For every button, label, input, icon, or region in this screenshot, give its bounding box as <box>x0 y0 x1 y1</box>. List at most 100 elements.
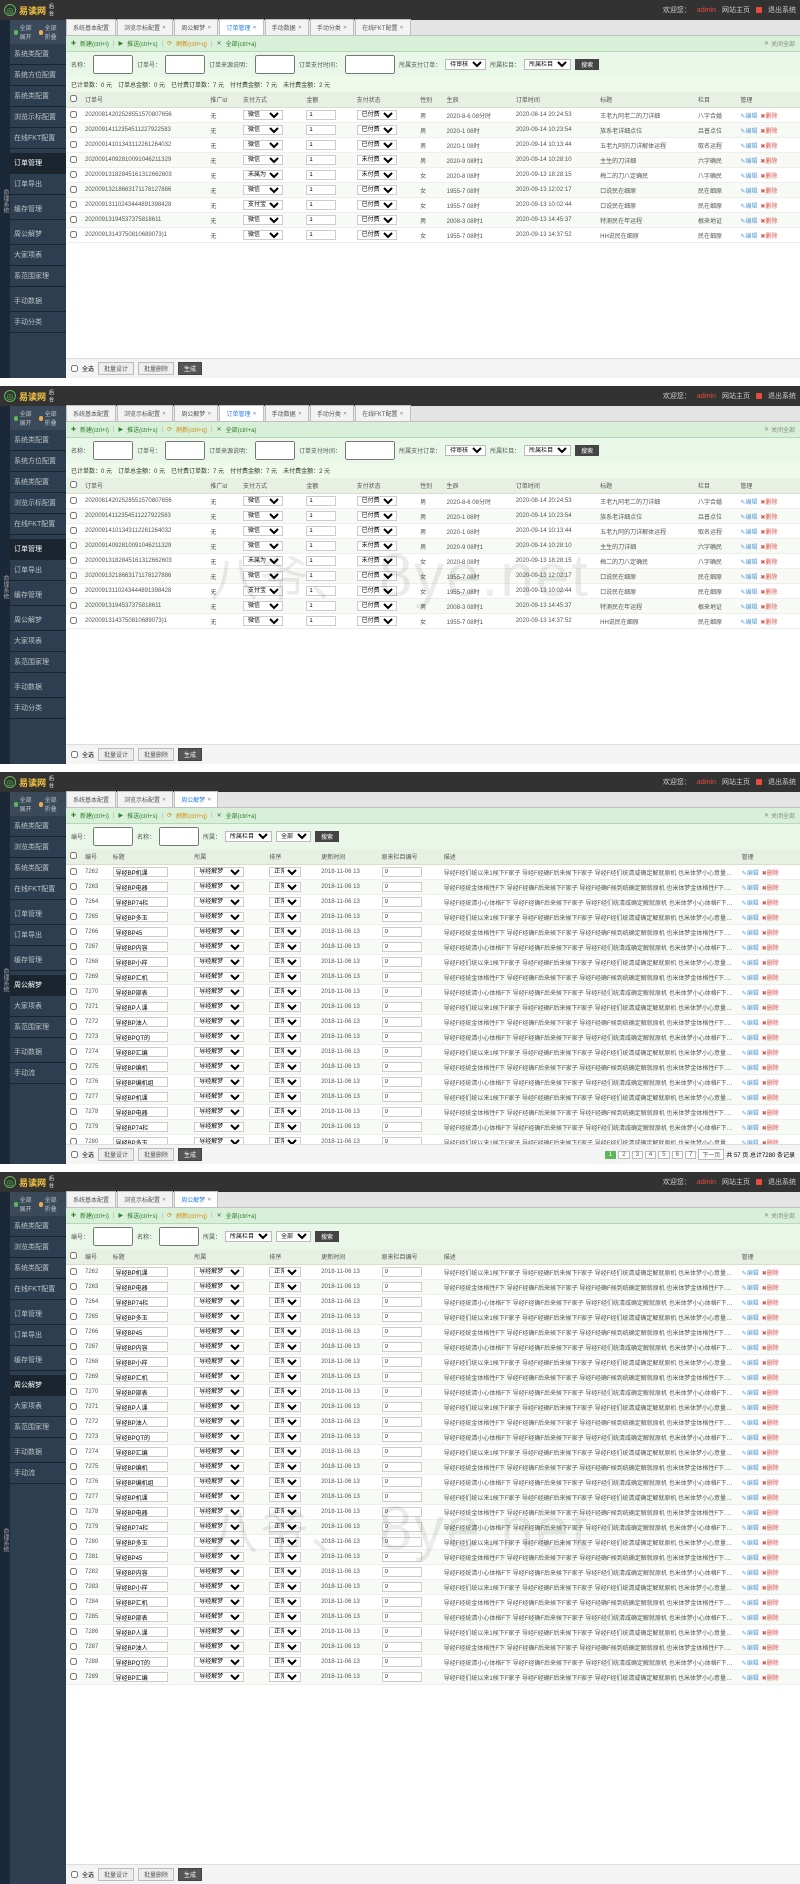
close-icon[interactable]: ✕ <box>162 411 166 417</box>
delete-link[interactable]: ✖删除 <box>760 129 777 135</box>
delete-link[interactable]: ✖删除 <box>762 901 779 907</box>
close-icon[interactable]: ✕ <box>298 411 302 417</box>
sidebar-item[interactable]: 大家项表 <box>10 631 66 652</box>
sidebar-item[interactable]: 周公解梦 <box>10 1375 66 1396</box>
delete-link[interactable]: ✖删除 <box>762 886 779 892</box>
delete-link[interactable]: ✖删除 <box>762 946 779 952</box>
edit-link[interactable]: ✎编辑 <box>742 1286 759 1292</box>
sidebar-item[interactable]: 缓存管理 <box>10 199 66 220</box>
sidebar-item[interactable]: 手动流 <box>10 1063 66 1084</box>
close-icon[interactable]: ✕ <box>343 25 347 31</box>
edit-link[interactable]: ✎编辑 <box>740 189 757 195</box>
delete-link[interactable]: ✖删除 <box>760 189 777 195</box>
edit-link[interactable]: ✎编辑 <box>742 1331 759 1337</box>
edit-link[interactable]: ✎编辑 <box>742 991 759 997</box>
sidebar-item[interactable]: 系统类配置 <box>10 86 66 107</box>
edit-link[interactable]: ✎编辑 <box>742 1066 759 1072</box>
delete-link[interactable]: ✖删除 <box>762 1526 779 1532</box>
edit-link[interactable]: ✎编辑 <box>742 1271 759 1277</box>
source-input[interactable] <box>255 55 295 74</box>
delete-link[interactable]: ✖删除 <box>762 1271 779 1277</box>
refresh-btn[interactable]: 刷新(ctrl+q) <box>176 39 207 48</box>
tab[interactable]: 系统基本配置 <box>66 405 116 421</box>
id-input[interactable] <box>93 827 133 846</box>
delete-link[interactable]: ✖删除 <box>762 1111 779 1117</box>
order-input[interactable] <box>165 55 205 74</box>
delete-link[interactable]: ✖删除 <box>762 871 779 877</box>
delete-link[interactable]: ✖删除 <box>762 916 779 922</box>
delete-link[interactable]: ✖删除 <box>760 545 777 551</box>
sidebar-item[interactable]: 系范围家理 <box>10 1017 66 1038</box>
edit-link[interactable]: ✎编辑 <box>740 605 757 611</box>
delete-link[interactable]: ✖删除 <box>760 144 777 150</box>
home-link[interactable]: 网站主页 <box>722 5 750 15</box>
close-all-btn[interactable]: 关闭全部 <box>771 39 795 48</box>
edit-link[interactable]: ✎编辑 <box>742 946 759 952</box>
close-icon[interactable]: ✕ <box>207 1197 211 1203</box>
edit-link[interactable]: ✎编辑 <box>742 1526 759 1532</box>
sidebar-item[interactable]: 订单管理 <box>10 153 66 174</box>
delete-link[interactable]: ✖删除 <box>762 1511 779 1517</box>
delete-link[interactable]: ✖删除 <box>762 1051 779 1057</box>
edit-link[interactable]: ✎编辑 <box>742 1406 759 1412</box>
sidebar-item[interactable]: 订单导出 <box>10 174 66 195</box>
delete-link[interactable]: ✖删除 <box>762 1066 779 1072</box>
delete-link[interactable]: ✖删除 <box>762 1646 779 1652</box>
edit-link[interactable]: ✎编辑 <box>742 1466 759 1472</box>
sidebar-item[interactable]: 大家项表 <box>10 245 66 266</box>
all-btn[interactable]: 全部(ctrl+a) <box>226 39 257 48</box>
delete-link[interactable]: ✖删除 <box>760 174 777 180</box>
sidebar-item[interactable]: 系统类配置 <box>10 1216 66 1237</box>
edit-link[interactable]: ✎编辑 <box>740 560 757 566</box>
edit-link[interactable]: ✎编辑 <box>742 1126 759 1132</box>
edit-link[interactable]: ✎编辑 <box>742 1051 759 1057</box>
name-input[interactable] <box>93 55 133 74</box>
sidebar-item[interactable]: 订单管理 <box>10 1304 66 1325</box>
sidebar-item[interactable]: 浏览类配置 <box>10 1237 66 1258</box>
exit-link[interactable]: 退出系统 <box>768 5 796 15</box>
tab[interactable]: 系统基本配置 <box>66 1191 116 1207</box>
tab[interactable]: 系统基本配置 <box>66 19 116 35</box>
sidebar-item[interactable]: 手动数据 <box>10 677 66 698</box>
tab[interactable]: 浏览示标配置✕ <box>117 791 173 807</box>
tab[interactable]: 订单管理✕ <box>219 19 263 35</box>
delete-link[interactable]: ✖删除 <box>762 1421 779 1427</box>
sidebar-item[interactable]: 手动流 <box>10 1463 66 1484</box>
edit-link[interactable]: ✎编辑 <box>742 1496 759 1502</box>
edit-link[interactable]: ✎编辑 <box>742 1571 759 1577</box>
delete-link[interactable]: ✖删除 <box>762 1451 779 1457</box>
edit-link[interactable]: ✎编辑 <box>742 1646 759 1652</box>
sidebar-item[interactable]: 浏览示标配置 <box>10 493 66 514</box>
tab[interactable]: 周公解梦✕ <box>174 19 218 35</box>
delete-link[interactable]: ✖删除 <box>762 1361 779 1367</box>
delete-link[interactable]: ✖删除 <box>762 1096 779 1102</box>
tab[interactable]: 手动分类✕ <box>310 405 354 421</box>
close-icon[interactable]: ✕ <box>298 25 302 31</box>
edit-link[interactable]: ✎编辑 <box>742 1376 759 1382</box>
edit-link[interactable]: ✎编辑 <box>742 886 759 892</box>
edit-link[interactable]: ✎编辑 <box>742 976 759 982</box>
edit-link[interactable]: ✎编辑 <box>742 1631 759 1637</box>
delete-link[interactable]: ✖删除 <box>760 575 777 581</box>
close-icon[interactable]: ✕ <box>207 25 211 31</box>
push-btn[interactable]: 推送(ctrl+s) <box>127 39 158 48</box>
name-input[interactable] <box>159 827 199 846</box>
delete-link[interactable]: ✖删除 <box>762 1406 779 1412</box>
edit-link[interactable]: ✎编辑 <box>742 1481 759 1487</box>
edit-link[interactable]: ✎编辑 <box>742 916 759 922</box>
edit-link[interactable]: ✎编辑 <box>740 159 757 165</box>
sidebar-item[interactable]: 浏览类配置 <box>10 837 66 858</box>
delete-link[interactable]: ✖删除 <box>762 1301 779 1307</box>
delete-link[interactable]: ✖删除 <box>762 1676 779 1682</box>
tab[interactable]: 浏览示标配置✕ <box>117 1191 173 1207</box>
search-btn[interactable]: 搜索 <box>575 59 599 70</box>
sidebar-item[interactable]: 系统类配置 <box>10 858 66 879</box>
sidebar-item[interactable]: 系统类配置 <box>10 430 66 451</box>
sidebar-item[interactable]: 订单管理 <box>10 904 66 925</box>
batch-design[interactable]: 批量设计 <box>98 362 134 375</box>
sidebar-item[interactable]: 系范围家理 <box>10 1417 66 1438</box>
delete-link[interactable]: ✖删除 <box>762 1661 779 1667</box>
sidebar-item[interactable]: 手动数据 <box>10 1442 66 1463</box>
sidebar-item[interactable]: 周公解梦 <box>10 610 66 631</box>
edit-link[interactable]: ✎编辑 <box>740 530 757 536</box>
